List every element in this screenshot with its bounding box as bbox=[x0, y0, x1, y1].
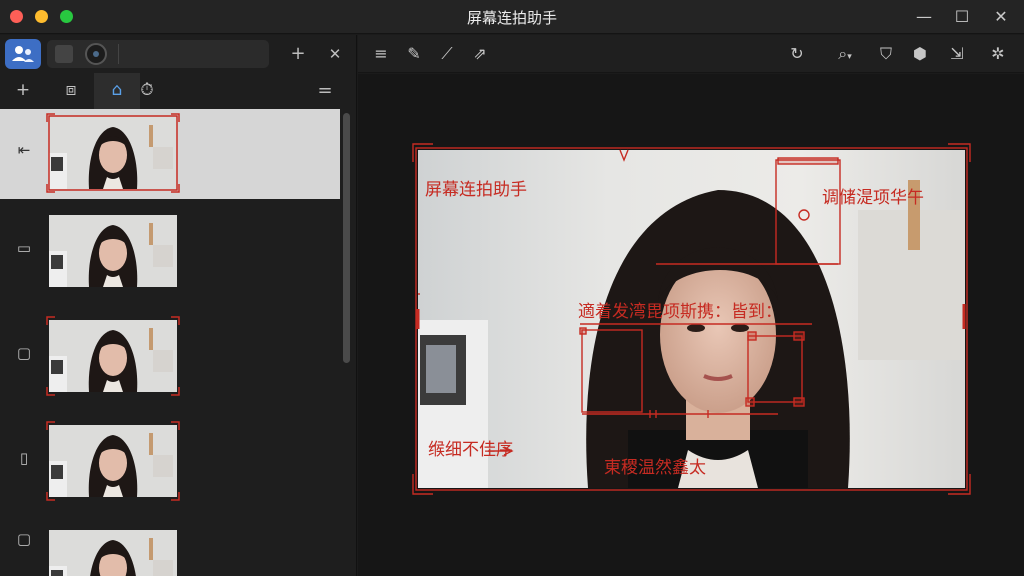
close-button[interactable]: ✕ bbox=[990, 6, 1012, 28]
divider bbox=[118, 44, 119, 64]
thumbnail-image bbox=[49, 117, 177, 189]
add-icon[interactable]: + bbox=[287, 43, 309, 65]
editor-canvas[interactable]: 屏幕连拍助手 调储湜项华午 適着发湾毘项斯携：皆到： 缑细不佳序 東稷温然鑫太 bbox=[358, 74, 1024, 576]
export-icon[interactable]: ⇗ bbox=[469, 43, 491, 65]
thumbnail-row[interactable]: ⇤ bbox=[0, 109, 340, 199]
annotation-label[interactable]: 缑细不佳序 bbox=[428, 440, 513, 460]
thumbnail-row[interactable]: ▭ bbox=[0, 207, 340, 297]
align-left-icon[interactable]: ≡ bbox=[370, 43, 392, 65]
chevron-down-icon: ▾ bbox=[847, 52, 852, 62]
menu-icon[interactable]: = bbox=[314, 80, 336, 102]
cube-icon[interactable]: ⬢ bbox=[909, 43, 931, 65]
close-icon[interactable]: ✕ bbox=[324, 43, 346, 65]
tab-add[interactable]: + bbox=[0, 73, 46, 109]
stop-icon[interactable] bbox=[55, 45, 73, 63]
thumbnail-row[interactable]: ▯ bbox=[0, 417, 340, 507]
scrollbar[interactable] bbox=[342, 109, 351, 576]
chat-icon[interactable]: ▢ bbox=[14, 344, 34, 364]
title-bar: 屏幕连拍助手 — ☐ ✕ bbox=[0, 0, 1024, 34]
tab-capture[interactable]: ⧈ bbox=[48, 73, 94, 109]
collapse-icon[interactable]: ⇤ bbox=[14, 141, 34, 161]
timer-icon: ⏱ bbox=[140, 80, 154, 100]
zoom-icon: ⌕ bbox=[838, 44, 848, 63]
maximize-button[interactable]: ☐ bbox=[951, 6, 973, 28]
editor-toolbar: ≡ ✎ ⟋ ⇗ ↻ ⌕▾ ⛉ ⬢ ⇲ ✲ bbox=[358, 35, 1024, 73]
settings-icon[interactable]: ✲ bbox=[987, 43, 1009, 65]
tab-timer[interactable]: ⏱ bbox=[124, 73, 170, 109]
rotate-icon[interactable]: ↻ bbox=[786, 43, 808, 65]
thumbnail-image bbox=[49, 530, 177, 576]
capture-list-panel: + ✕ + ⧈ ⌂ ⏱ = ⇤ ▭ ▢ ▯ ▢ bbox=[0, 35, 357, 576]
annotation-label[interactable]: 東稷温然鑫太 bbox=[604, 458, 706, 478]
eyedropper-icon[interactable]: ⟋ bbox=[436, 43, 458, 65]
annotation-label[interactable]: 屏幕连拍助手 bbox=[425, 180, 527, 200]
chat-icon[interactable]: ▢ bbox=[14, 530, 34, 550]
pencil-icon[interactable]: ✎ bbox=[403, 43, 425, 65]
thumbnail-row[interactable]: ▢ bbox=[0, 312, 340, 402]
people-icon bbox=[12, 46, 34, 62]
app-logo-button[interactable] bbox=[5, 39, 41, 69]
record-icon[interactable] bbox=[85, 43, 107, 65]
document-icon[interactable]: ▯ bbox=[14, 449, 34, 469]
capture-mode-selector[interactable] bbox=[47, 40, 269, 68]
left-toolbar: + ✕ bbox=[0, 35, 357, 73]
capture-box-icon: ⧈ bbox=[65, 80, 77, 100]
thumbnail-row[interactable]: ▢ bbox=[0, 522, 340, 576]
annotation-label[interactable]: 调储湜项华午 bbox=[822, 188, 924, 208]
window-title: 屏幕连拍助手 bbox=[466, 9, 557, 27]
tablet-icon[interactable]: ▭ bbox=[14, 239, 34, 259]
annotation-label[interactable]: 適着发湾毘项斯携：皆到： bbox=[578, 302, 782, 322]
add-icon: + bbox=[15, 80, 31, 100]
thumbnail-image bbox=[49, 320, 177, 392]
scrollbar-thumb[interactable] bbox=[343, 113, 350, 363]
thumbnail-image bbox=[49, 425, 177, 497]
thumbnail-image bbox=[49, 215, 177, 287]
left-tabs: + ⧈ ⌂ ⏱ = bbox=[0, 73, 357, 109]
shield-icon[interactable]: ⛉ bbox=[875, 43, 897, 65]
minimize-button[interactable]: — bbox=[913, 6, 935, 28]
share-icon[interactable]: ⇲ bbox=[946, 43, 968, 65]
zoom-dropdown[interactable]: ⌕▾ bbox=[828, 43, 862, 65]
